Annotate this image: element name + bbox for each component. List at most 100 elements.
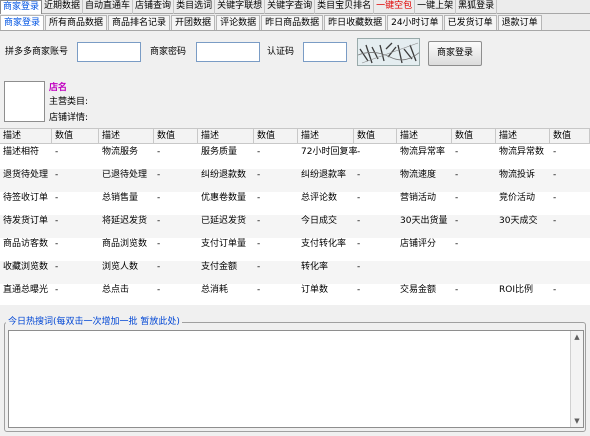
column-header[interactable]: 描述 xyxy=(298,129,354,144)
subtab-9[interactable]: 退款订单 xyxy=(497,15,542,30)
subtab-0[interactable]: 商家登录 xyxy=(0,15,45,30)
metric-value: - xyxy=(553,170,557,180)
table-row[interactable]: 收藏浏览数 - 浏览人数 - 支付金额 - 转化率 - xyxy=(0,261,590,284)
scroll-down-icon[interactable]: ▼ xyxy=(571,415,583,427)
tab-3[interactable]: 店铺查询 xyxy=(133,0,175,14)
subtab-1[interactable]: 所有商品数据 xyxy=(45,15,108,30)
metric-value: - xyxy=(357,193,361,203)
subtab-4[interactable]: 评论数据 xyxy=(216,15,261,30)
column-header[interactable]: 描述 xyxy=(397,129,452,144)
tab-10[interactable]: 黑狐登录 xyxy=(456,0,498,14)
column-header[interactable]: 数值 xyxy=(452,129,496,144)
metric-label: 服务质量 xyxy=(201,147,238,157)
column-header[interactable]: 数值 xyxy=(254,129,298,144)
tab-7[interactable]: 类目宝贝排名 xyxy=(315,0,375,14)
column-header[interactable]: 数值 xyxy=(550,129,590,144)
login-button[interactable]: 商家登录 xyxy=(428,41,482,66)
metric-value: - xyxy=(55,147,59,157)
metric-value: - xyxy=(357,147,361,157)
column-header[interactable]: 描述 xyxy=(0,129,52,144)
metric-label: 将延迟发货 xyxy=(102,216,148,226)
metric-value: - xyxy=(257,262,261,272)
shop-category-label: 主营类目: xyxy=(49,97,89,107)
metric-value: - xyxy=(553,216,557,226)
metric-label: 转化率 xyxy=(301,262,329,272)
tab-2[interactable]: 自动直通车 xyxy=(83,0,134,14)
metric-value: - xyxy=(55,193,59,203)
metric-label: 支付转化率 xyxy=(301,239,347,249)
metric-label: 72小时回复率 xyxy=(301,147,358,157)
metric-label xyxy=(397,261,452,273)
table-row[interactable]: 待发货订单 - 将延迟发货 - 已延迟发货 - 今日成交 -30天出货量 -30天成交 - xyxy=(0,215,590,238)
metric-label: 物流异常率 xyxy=(400,147,446,157)
scrollbar[interactable]: ▲ ▼ xyxy=(570,331,583,427)
tab-9[interactable]: 一键上架 xyxy=(415,0,457,14)
shop-avatar xyxy=(4,81,45,122)
metric-label: 总消耗 xyxy=(201,285,229,295)
metric-label xyxy=(496,238,550,250)
metric-value: - xyxy=(257,147,261,157)
tab-6[interactable]: 关键字查询 xyxy=(265,0,316,14)
metric-value xyxy=(550,261,590,273)
account-label: 拼多多商家账号 xyxy=(5,47,69,57)
column-header[interactable]: 数值 xyxy=(52,129,99,144)
tab-4[interactable]: 类目选词 xyxy=(174,0,216,14)
table-row[interactable]: 待签收订单 - 总销售量 - 优惠卷数量 - 总评论数 - 营销活动 - 竞价活动 - xyxy=(0,192,590,215)
column-header[interactable]: 数值 xyxy=(154,129,198,144)
grid-header: 描述 数值 描述 数值 描述 数值 描述 数值 描述 数值 描述 数值 xyxy=(0,129,590,144)
metric-label: 商品访客数 xyxy=(3,239,49,249)
scroll-up-icon[interactable]: ▲ xyxy=(571,331,583,343)
column-header[interactable]: 描述 xyxy=(198,129,254,144)
table-row[interactable]: 直通总曝光 - 总点击 - 总消耗 - 订单数 - 交易金额 - ROI比例 - xyxy=(0,284,590,307)
metric-value xyxy=(550,238,590,250)
captcha-input[interactable] xyxy=(303,42,347,62)
subtab-3[interactable]: 开团数据 xyxy=(171,15,216,30)
metric-label: 物流异常数 xyxy=(499,147,545,157)
table-row[interactable]: 商品访客数 - 商品浏览数 - 支付订单量 - 支付转化率 - 店铺评分 - xyxy=(0,238,590,261)
metric-label: 纠纷退款数 xyxy=(201,170,247,180)
tab-1[interactable]: 近期数据 xyxy=(42,0,84,14)
metric-value: - xyxy=(55,216,59,226)
captcha-image[interactable] xyxy=(357,38,420,66)
subtab-5[interactable]: 昨日商品数据 xyxy=(261,15,324,30)
metric-value: - xyxy=(357,216,361,226)
metric-value: - xyxy=(257,285,261,295)
metric-value: - xyxy=(257,239,261,249)
column-header[interactable]: 描述 xyxy=(99,129,154,144)
metric-value: - xyxy=(553,285,557,295)
metric-label: ROI比例 xyxy=(499,285,533,295)
metric-label: 总销售量 xyxy=(102,193,139,203)
column-header[interactable]: 数值 xyxy=(354,129,397,144)
account-input[interactable] xyxy=(77,42,141,62)
metric-value: - xyxy=(157,193,161,203)
tab-0[interactable]: 商家登录 xyxy=(0,0,43,14)
sub-tab-bar: 商家登录 所有商品数据 商品排名记录 开团数据 评论数据 昨日商品数据 昨日收藏数据 24小时… xyxy=(0,14,590,31)
password-input[interactable] xyxy=(196,42,260,62)
hot-search-title: 今日热搜词(每双击一次增加一批 暂放此处) xyxy=(6,316,182,328)
metric-value: - xyxy=(257,170,261,180)
metric-label: 已退待处理 xyxy=(102,170,148,180)
metric-value: - xyxy=(157,147,161,157)
metric-value: - xyxy=(357,239,361,249)
table-row[interactable]: 描述相符 - 物流服务 - 服务质量 -72小时回复率 - 物流异常率 - 物流异常数 - xyxy=(0,146,590,169)
metric-value: - xyxy=(55,285,59,295)
column-header[interactable]: 描述 xyxy=(496,129,550,144)
subtab-6[interactable]: 昨日收藏数据 xyxy=(324,15,387,30)
metric-label: 店铺评分 xyxy=(400,239,437,249)
subtab-7[interactable]: 24小时订单 xyxy=(387,15,443,30)
table-row[interactable]: 退货待处理 - 已退待处理 - 纠纷退款数 - 纠纷退款率 - 物流速度 - 物流投诉 - xyxy=(0,169,590,192)
subtab-8[interactable]: 已发货订单 xyxy=(443,15,497,30)
shop-detail-label: 店铺详情: xyxy=(49,113,89,123)
metric-value: - xyxy=(553,147,557,157)
subtab-2[interactable]: 商品排名记录 xyxy=(108,15,171,30)
metric-value: - xyxy=(455,147,459,157)
tab-8[interactable]: 一键空包 xyxy=(374,0,416,14)
metric-value: - xyxy=(357,170,361,180)
tab-5[interactable]: 关键字联想 xyxy=(215,0,266,14)
metric-label: 物流投诉 xyxy=(499,170,536,180)
metric-value: - xyxy=(357,262,361,272)
metric-label: 30天出货量 xyxy=(400,216,448,226)
hot-search-textarea[interactable]: ▲ ▼ xyxy=(8,330,584,428)
metric-label: 浏览人数 xyxy=(102,262,139,272)
metric-label: 描述相符 xyxy=(3,147,40,157)
